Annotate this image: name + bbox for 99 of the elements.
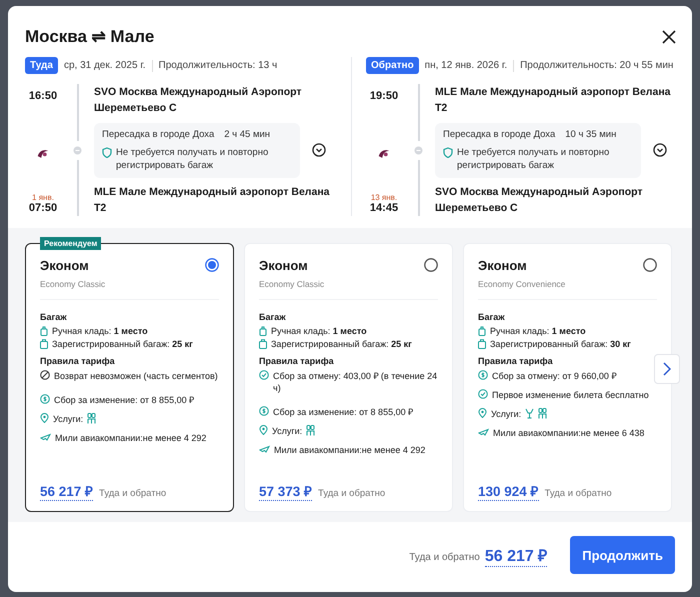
fare-class: Economy Convenience xyxy=(478,279,566,289)
fare-rule: Сбор за отмену: 403,00 ₽ (в течение 24 ч) xyxy=(273,370,438,394)
fare-rule: Сбор за отмену: от 9 660,00 ₽ xyxy=(492,370,616,382)
continue-button[interactable]: Продолжить xyxy=(570,536,675,574)
total-price: 56 217 ₽ xyxy=(484,544,548,566)
section-title: Правила тарифа xyxy=(259,356,335,366)
expand-icon[interactable] xyxy=(653,143,667,157)
fare-class: Economy Classic xyxy=(40,279,106,289)
arrival-time: 14:45 xyxy=(370,202,398,214)
baggage-allowance: Зарегистрированный багаж: 25 кг xyxy=(271,339,412,349)
flight-date: ср, 31 дек. 2025 г. xyxy=(64,60,146,71)
seat-icon xyxy=(87,413,96,424)
section-title: Правила тарифа xyxy=(478,356,554,366)
route-title: Москва ⇌ Мале xyxy=(25,26,154,47)
transfer-dot-icon xyxy=(73,146,82,154)
airline-logo-icon xyxy=(36,148,50,159)
price-note: Туда и обратно xyxy=(544,488,612,499)
flight-duration: Продолжительность: 20 ч 55 мин xyxy=(520,60,674,71)
departure-time: 19:50 xyxy=(370,90,398,102)
fare-price: 130 924 ₽ xyxy=(478,482,539,501)
fare-rule: Услуги: xyxy=(53,413,84,425)
radio-button[interactable] xyxy=(643,258,657,272)
next-button[interactable] xyxy=(654,354,680,384)
departure-airport: SVO Москва Международный Аэропорт Шереметьево C xyxy=(94,85,303,116)
fare-rule: Услуги: xyxy=(491,408,522,420)
baggage-allowance: Ручная кладь: 1 место xyxy=(271,326,367,336)
seat-icon xyxy=(306,425,316,436)
close-icon[interactable] xyxy=(662,30,676,44)
flight-date: пн, 12 янв. 2026 г. xyxy=(424,60,508,71)
recommended-tag: Рекомендуем xyxy=(40,237,102,250)
hand-bag-icon xyxy=(478,326,486,336)
expand-icon[interactable] xyxy=(312,143,326,157)
transfer-city: Пересадка в городе Доха xyxy=(443,128,556,140)
baggage-allowance: Зарегистрированный багаж: 25 кг xyxy=(52,339,193,349)
location-pin-icon xyxy=(478,408,487,418)
coin-icon xyxy=(478,370,488,380)
radio-button[interactable] xyxy=(424,258,438,272)
fare-rule: Сбор за изменение: от 8 855,00 ₽ xyxy=(273,406,414,418)
price-note: Туда и обратно xyxy=(318,488,386,499)
section-title: Правила тарифа xyxy=(40,356,116,366)
fare-rule: Мили авиакомпании:не менее 6 438 xyxy=(493,427,644,439)
fare-name: Эконом xyxy=(40,258,90,273)
location-pin-icon xyxy=(40,413,49,423)
hand-bag-icon xyxy=(40,326,48,336)
location-pin-icon xyxy=(259,425,268,435)
transfer-city: Пересадка в городе Доха xyxy=(102,128,214,140)
section-title: Багаж xyxy=(259,312,287,322)
cup-icon xyxy=(525,408,534,419)
fare-rule: Мили авиакомпании:не менее 4 292 xyxy=(55,432,206,444)
direction-badge: Обратно xyxy=(366,57,419,74)
arrival-date-note: 13 янв. xyxy=(370,193,398,202)
airplane-icon xyxy=(259,444,270,454)
baggage-allowance: Зарегистрированный багаж: 30 кг xyxy=(490,339,631,349)
section-title: Багаж xyxy=(478,312,506,322)
prohibited-icon xyxy=(40,370,50,380)
seat-icon xyxy=(538,408,548,419)
coin-icon xyxy=(259,406,269,416)
fare-rule: Первое изменение билета бесплатно xyxy=(492,389,649,401)
arrival-airport: SVO Москва Международный Аэропорт Шереметьево C xyxy=(435,185,644,216)
hand-bag-icon xyxy=(259,326,267,336)
suitcase-icon xyxy=(478,339,486,349)
departure-airport: MLE Мале Международный аэропорт Велана T2 xyxy=(435,85,672,116)
fare-class: Economy Classic xyxy=(259,279,324,289)
section-title: Багаж xyxy=(40,312,68,322)
airplane-icon xyxy=(478,427,489,437)
coin-icon xyxy=(40,394,50,404)
suitcase-icon xyxy=(259,339,267,349)
radio-button[interactable] xyxy=(205,258,219,272)
transfer-time: 2 ч 45 мин xyxy=(224,128,270,140)
airplane-icon xyxy=(40,432,51,442)
shield-icon xyxy=(102,146,112,158)
fare-price: 57 373 ₽ xyxy=(259,482,312,501)
baggage-note: Не требуется получать и повторно регистрировать багаж xyxy=(116,146,270,172)
baggage-allowance: Ручная кладь: 1 место xyxy=(52,326,148,336)
fare-name: Эконом xyxy=(259,258,309,273)
flight-duration: Продолжительность: 13 ч xyxy=(158,60,278,71)
chevron-right-icon xyxy=(663,362,671,376)
fare-rule: Услуги: xyxy=(272,425,302,437)
airline-logo-icon xyxy=(377,148,391,159)
transfer-dot-icon xyxy=(414,146,423,154)
baggage-note: Не требуется получать и повторно регистрировать багаж xyxy=(457,146,610,172)
fare-rule: Сбор за изменение: от 8 855,00 ₽ xyxy=(54,394,194,406)
fare-price: 56 217 ₽ xyxy=(40,482,94,501)
arrival-airport: MLE Мале Международный аэропорт Велана T2 xyxy=(94,185,330,216)
price-note: Туда и обратно xyxy=(99,488,166,499)
fare-name: Эконом xyxy=(478,258,528,273)
shield-icon xyxy=(443,146,453,158)
transfer-time: 10 ч 35 мин xyxy=(565,128,616,140)
arrival-time: 07:50 xyxy=(28,202,58,214)
direction-badge: Туда xyxy=(25,57,58,74)
fare-rule: Возврат невозможен (часть сегментов) xyxy=(54,370,218,382)
baggage-allowance: Ручная кладь: 1 место xyxy=(490,326,586,336)
fare-rule: Мили авиакомпании:не менее 4 292 xyxy=(274,444,426,456)
departure-time: 16:50 xyxy=(28,90,58,102)
arrival-date-note: 1 янв. xyxy=(31,193,55,202)
total-label: Туда и обратно xyxy=(409,552,480,562)
check-circle-icon xyxy=(478,389,488,399)
check-circle-icon xyxy=(259,370,269,380)
suitcase-icon xyxy=(40,339,48,349)
